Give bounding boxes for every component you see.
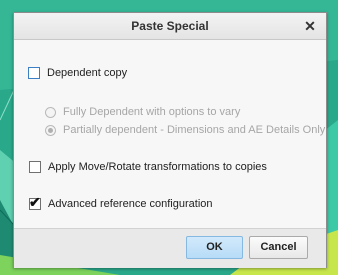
apply-move-rotate-option[interactable]: Apply Move/Rotate transformations to cop… bbox=[29, 161, 267, 173]
dialog-title: Paste Special bbox=[131, 19, 209, 33]
partially-dependent-option[interactable]: Partially dependent - Dimensions and AE … bbox=[45, 124, 325, 136]
apply-move-rotate-label: Apply Move/Rotate transformations to cop… bbox=[48, 161, 267, 173]
advanced-reference-label: Advanced reference configuration bbox=[48, 198, 213, 210]
fully-dependent-radio[interactable] bbox=[45, 106, 56, 118]
close-icon[interactable]: ✕ bbox=[300, 16, 320, 36]
advanced-reference-checkbox[interactable]: ✔ bbox=[29, 194, 41, 210]
advanced-reference-option[interactable]: ✔ Advanced reference configuration bbox=[29, 194, 213, 210]
fully-dependent-label: Fully Dependent with options to vary bbox=[63, 106, 241, 118]
partially-dependent-label: Partially dependent - Dimensions and AE … bbox=[63, 124, 326, 136]
partially-dependent-radio[interactable] bbox=[45, 124, 56, 136]
dependent-copy-option[interactable]: Dependent copy bbox=[28, 67, 127, 79]
cancel-button[interactable]: Cancel bbox=[249, 236, 308, 259]
ok-button[interactable]: OK bbox=[186, 236, 243, 259]
dependent-copy-checkbox[interactable] bbox=[28, 67, 40, 79]
paste-special-dialog: Paste Special ✕ Dependent copy Fully Dep… bbox=[13, 12, 327, 268]
apply-move-rotate-checkbox[interactable] bbox=[29, 161, 41, 173]
dialog-footer: OK Cancel bbox=[14, 228, 326, 268]
radio-selected-dot bbox=[48, 127, 53, 133]
fully-dependent-option[interactable]: Fully Dependent with options to vary bbox=[45, 106, 240, 118]
checkmark-icon: ✔ bbox=[29, 194, 41, 210]
dependent-copy-label: Dependent copy bbox=[47, 67, 128, 79]
dialog-content: Dependent copy Fully Dependent with opti… bbox=[14, 40, 326, 228]
dialog-titlebar[interactable]: Paste Special ✕ bbox=[14, 13, 326, 40]
